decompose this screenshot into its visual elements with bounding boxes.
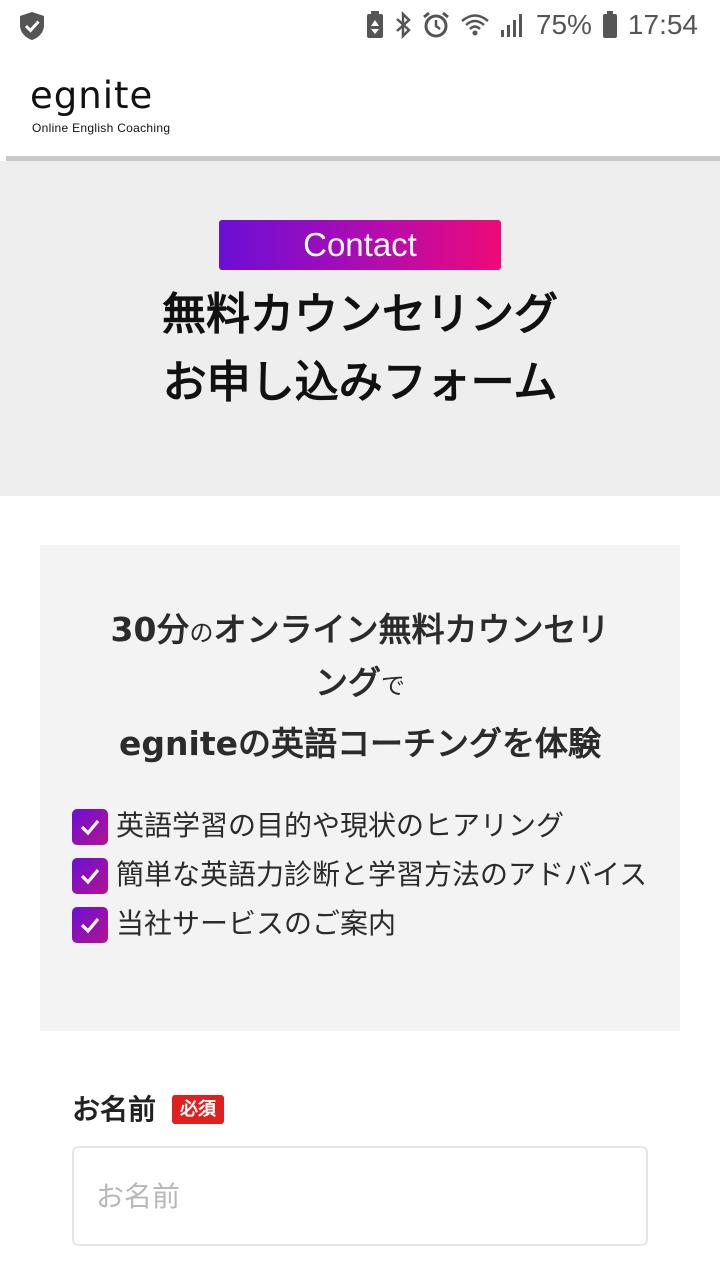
name-input[interactable] [72,1146,648,1246]
list-item-text: 当社サービスのご案内 [116,907,397,940]
battery-icon [602,11,618,39]
checkmark-icon [72,809,108,845]
card-subheadline: egniteの英語コーチングを体験 [119,724,601,763]
headline-particle-no: の [189,619,214,647]
page-title-line2: お申し込みフォーム [162,357,558,408]
counseling-info-card: 30分のオンライン無料カウンセリングで egniteの英語コーチングを体験 英語… [40,545,680,1031]
contact-badge: Contact [219,220,501,270]
required-badge: 必須 [172,1095,224,1124]
shield-check-icon [18,11,46,45]
battery-percent: 75% [535,9,592,40]
headline-main-cont: ング [315,663,381,702]
page-title-line1: 無料カウンセリング [162,289,558,340]
headline-particle-de: で [381,672,405,700]
status-bar: 75% 17:54 [0,0,720,50]
list-item-text: 簡単な英語力診断と学習方法のアドバイス [116,858,648,891]
headline-duration: 30分 [110,610,190,649]
feature-checklist: 英語学習の目的や現状のヒアリング 簡単な英語力診断と学習方法のアドバイス 当社サ… [72,807,652,954]
list-item: 当社サービスのご案内 [72,905,652,946]
clock-time: 17:54 [627,9,698,40]
logo[interactable]: egnite [30,76,153,116]
name-field-label: お名前 [72,1093,157,1126]
alarm-icon [422,11,450,39]
list-item-text: 英語学習の目的や現状のヒアリング [116,809,565,842]
page-title: 無料カウンセリング お申し込みフォーム [0,281,720,417]
bluetooth-icon [394,11,412,39]
checkmark-icon [72,858,108,894]
card-headline: 30分のオンライン無料カウンセリングで [60,605,660,711]
logo-tagline: Online English Coaching [32,121,171,135]
list-item: 簡単な英語力診断と学習方法のアドバイス [72,856,652,897]
list-item: 英語学習の目的や現状のヒアリング [72,807,652,848]
hero-section: Contact 無料カウンセリング お申し込みフォーム [0,161,720,496]
wifi-icon [460,12,490,38]
signal-icon [500,12,526,38]
checkmark-icon [72,907,108,943]
site-header: egnite Online English Coaching [0,50,720,156]
battery-saver-icon [366,11,384,39]
headline-main: オンライン無料カウンセリ [213,610,610,649]
